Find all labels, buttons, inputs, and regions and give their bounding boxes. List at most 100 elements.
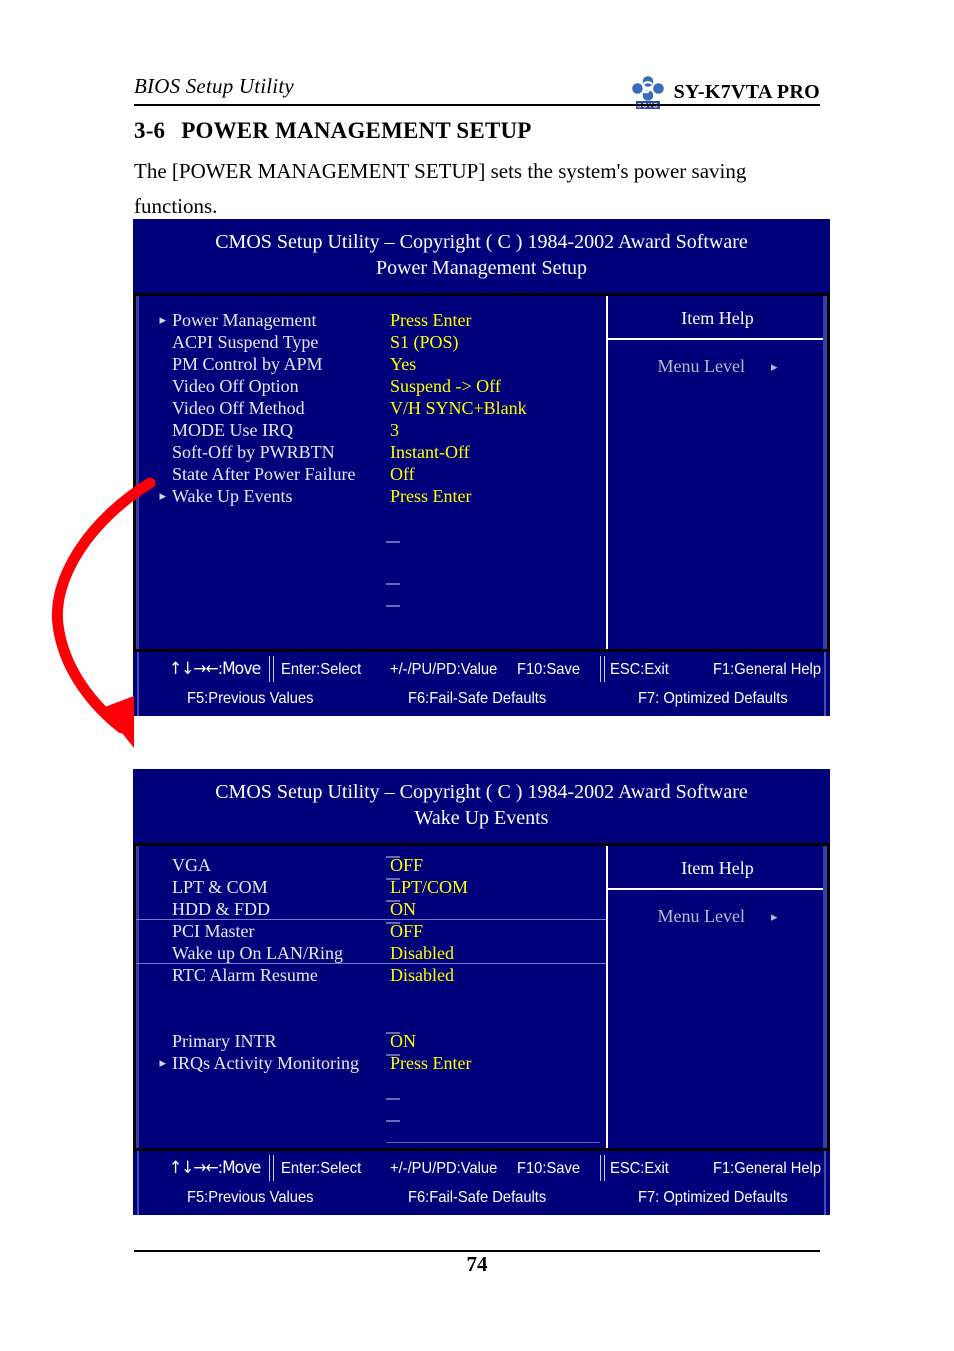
key-save: F10:Save [517,1160,581,1177]
board-model: SY-K7VTA PRO [673,80,820,103]
setting-row[interactable]: Video Off Option Suspend -> Off [136,375,606,397]
footer-divider [269,1155,274,1181]
setting-value[interactable]: Yes [390,353,416,375]
setting-label: RTC Alarm Resume [172,965,318,985]
setting-row[interactable]: Video Off Method V/H SYNC+Blank [136,397,606,419]
menu-level-row: Menu Level ▸ [608,906,827,927]
settings-column: VGA OFF LPT & COM LPT/COM HDD & FDD ON P… [136,846,608,1148]
running-head: BIOS Setup Utility [134,74,294,98]
key-value: +/-/PU/PD:Value [390,661,498,678]
item-help-title: Item Help [608,846,827,890]
setting-row[interactable]: ▸ Wake Up Events Press Enter [136,485,606,507]
setting-row[interactable]: Wake up On LAN/Ring Disabled [136,942,606,964]
row-spacer [136,986,606,1008]
setting-value[interactable]: 3 [390,419,399,441]
setting-row[interactable]: PCI Master OFF [136,920,606,942]
setting-label: IRQs Activity Monitoring [172,1053,360,1073]
setting-value[interactable]: Off [390,463,415,485]
setting-value[interactable]: Disabled [390,964,454,986]
item-help-title: Item Help [608,296,827,340]
item-help-panel: Item Help Menu Level ▸ [608,846,827,1148]
value-column-tick [386,541,400,543]
key-optimized-defaults: F7: Optimized Defaults [638,690,788,707]
key-value: +/-/PU/PD:Value [390,1160,498,1177]
value-column-tick [386,583,400,585]
setting-label: Video Off Method [172,398,305,418]
bios-body: VGA OFF LPT & COM LPT/COM HDD & FDD ON P… [133,843,830,1151]
setting-value[interactable]: LPT/COM [390,876,468,898]
footer-divider [600,1155,605,1181]
setting-label: LPT & COM [172,877,268,897]
menu-level-arrow-icon: ▸ [770,358,778,374]
value-column-tick [386,1120,400,1122]
setting-label: MODE Use IRQ [172,420,293,440]
value-column-tick [386,1032,400,1034]
setting-label: Soft-Off by PWRBTN [172,442,335,462]
bios-title-line2: Wake Up Events [414,807,549,829]
setting-label: HDD & FDD [172,899,271,919]
setting-label: Video Off Option [172,376,299,396]
setting-row[interactable]: LPT & COM LPT/COM [136,876,606,898]
key-move: ↑↓→←:Move [169,1158,262,1178]
footer-divider [600,656,605,682]
setting-label: Wake Up Events [172,486,293,506]
setting-label: PM Control by APM [172,354,323,374]
key-fail-safe-defaults: F6:Fail-Safe Defaults [408,690,547,707]
key-save: F10:Save [517,661,581,678]
setting-label: Power Management [172,310,317,330]
submenu-arrow-icon: ▸ [159,488,166,503]
setting-label: Primary INTR [172,1031,277,1051]
setting-value[interactable]: Press Enter [390,485,471,507]
setting-row[interactable]: ▸ IRQs Activity Monitoring Press Enter [136,1052,606,1074]
page-number: 74 [466,1252,488,1276]
setting-value[interactable]: V/H SYNC+Blank [390,397,527,419]
setting-label: ACPI Suspend Type [172,332,319,352]
value-column-tick [386,922,400,924]
setting-row[interactable]: PM Control by APM Yes [136,353,606,375]
move-arrows-icon: ↑↓→← [169,659,219,679]
setting-row[interactable]: Primary INTR ON [136,1030,606,1052]
bios-title-line1: CMOS Setup Utility – Copyright ( C ) 198… [215,231,748,253]
setting-row[interactable]: MODE Use IRQ 3 [136,419,606,441]
setting-value[interactable]: Press Enter [390,1052,471,1074]
setting-value[interactable]: Press Enter [390,309,471,331]
key-optimized-defaults: F7: Optimized Defaults [638,1189,788,1206]
bios-body: ▸ Power Management Press Enter ACPI Susp… [133,293,830,652]
setting-row[interactable]: ▸ Power Management Press Enter [136,309,606,331]
page-header: BIOS Setup Utility SOYO SY-K7VTA PRO [134,68,820,109]
value-column-tick [386,605,400,607]
bios-title-line2: Power Management Setup [375,257,588,279]
section-intro: The [POWER MANAGEMENT SETUP] sets the sy… [134,159,747,218]
value-column-tick [386,856,400,858]
bios-screen-wake-up-events: CMOS Setup Utility – Copyright ( C ) 198… [133,769,830,1215]
key-move-label: :Move [217,1158,262,1178]
value-column-tick [386,1054,400,1056]
setting-label: Wake up On LAN/Ring [172,943,344,963]
setting-value[interactable]: Disabled [390,942,454,964]
key-esc-exit: ESC:Exit [610,661,669,678]
setting-value[interactable]: Instant-Off [390,441,470,463]
key-move-label: :Move [217,659,262,679]
setting-label: State After Power Failure [172,464,356,484]
bios-screen-power-management: CMOS Setup Utility – Copyright ( C ) 198… [133,219,830,716]
right-edge-strip [823,296,827,649]
key-enter-select: Enter:Select [281,1160,362,1177]
bios-title-bar: CMOS Setup Utility – Copyright ( C ) 198… [133,219,830,293]
key-move: ↑↓→←:Move [169,659,262,679]
key-general-help: F1:General Help [713,661,821,678]
setting-value[interactable]: Suspend -> Off [390,375,501,397]
key-fail-safe-defaults: F6:Fail-Safe Defaults [408,1189,547,1206]
value-column-tick [386,900,400,902]
setting-row[interactable]: HDD & FDD ON [136,898,606,920]
item-help-panel: Item Help Menu Level ▸ [608,296,827,649]
section-heading: 3-6 POWER MANAGEMENT SETUP [134,118,532,144]
bios-key-legend: ↑↓→←:Move Enter:Select +/-/PU/PD:Value F… [133,1151,830,1215]
setting-row[interactable]: VGA OFF [136,854,606,876]
menu-level-label: Menu Level [657,356,745,376]
setting-row[interactable]: State After Power Failure Off [136,463,606,485]
setting-row[interactable]: RTC Alarm Resume Disabled [136,964,606,986]
setting-value[interactable]: S1 (POS) [390,331,459,353]
footer-divider [269,656,274,682]
setting-row[interactable]: ACPI Suspend Type S1 (POS) [136,331,606,353]
setting-row[interactable]: Soft-Off by PWRBTN Instant-Off [136,441,606,463]
